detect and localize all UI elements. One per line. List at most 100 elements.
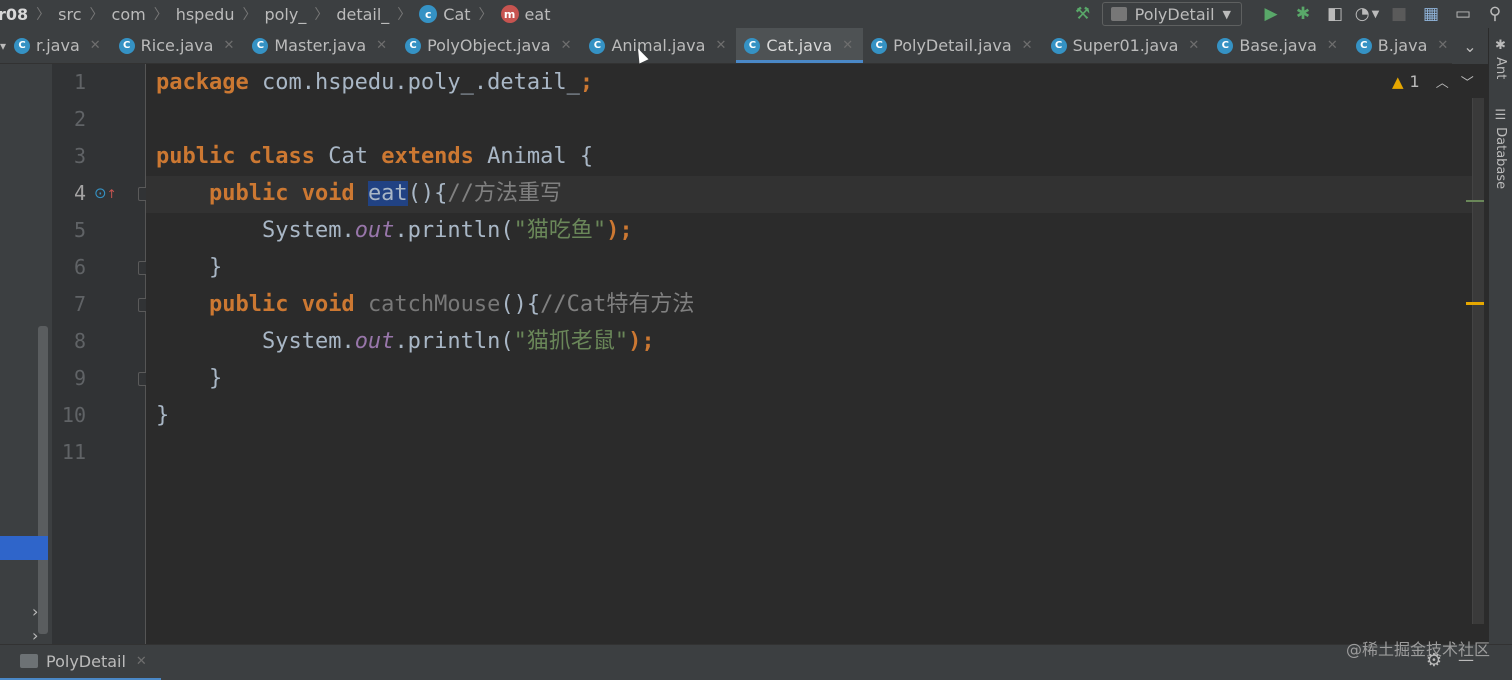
code-line-4: public void eat(){//方法重写 [156, 175, 562, 212]
statement-end: ); [628, 329, 655, 354]
toolbar: ⚒ PolyDetail ▼ ▶ ✱ ◧ ◔ ▼ ■ ▦ ▭ ⚲ [1064, 0, 1512, 28]
tab-polydetail-java[interactable]: C PolyDetail.java ✕ [863, 28, 1042, 63]
code-line-10: } [156, 397, 169, 434]
gear-icon[interactable]: ⚙ [1426, 650, 1442, 671]
search-icon[interactable]: ⚲ [1482, 1, 1508, 27]
line-number: 3 [73, 144, 86, 168]
breadcrumb-src[interactable]: src [58, 5, 81, 24]
run-configuration-select[interactable]: PolyDetail ▼ [1101, 2, 1242, 26]
run-config-icon [20, 654, 38, 668]
package-name: com.hspedu.poly_.detail_ [248, 70, 580, 95]
project-selected-row[interactable] [0, 536, 48, 560]
close-icon[interactable]: ✕ [842, 38, 853, 53]
debug-icon[interactable]: ✱ [1290, 1, 1316, 27]
tabs-overflow-chevron-icon[interactable]: ⌄ [1452, 28, 1488, 64]
class-icon: C [1050, 37, 1067, 54]
code-line-3: public class Cat extends Animal { [156, 138, 593, 175]
class-icon: C [1355, 37, 1372, 54]
close-icon[interactable]: ✕ [136, 654, 147, 669]
breadcrumb-separator: 〉 [153, 7, 168, 23]
breadcrumb-project[interactable]: r08 [0, 5, 28, 24]
close-icon[interactable]: ✕ [1022, 38, 1033, 53]
code-editor[interactable]: package com.hspedu.poly_.detail_; public… [146, 64, 1472, 644]
close-icon[interactable]: ✕ [223, 38, 234, 53]
tab-base-java[interactable]: C Base.java ✕ [1209, 28, 1347, 63]
method-name-selected[interactable]: eat [367, 181, 408, 206]
tab-super01-java[interactable]: C Super01.java ✕ [1043, 28, 1210, 63]
line-number: 8 [73, 329, 86, 353]
close-icon[interactable]: ✕ [715, 38, 726, 53]
close-icon[interactable]: ✕ [376, 38, 387, 53]
keyword: class [248, 144, 315, 169]
close-icon[interactable]: ✕ [1437, 38, 1448, 53]
hammer-icon[interactable]: ⚒ [1070, 1, 1096, 27]
chevron-right-icon[interactable]: › [32, 602, 38, 621]
tab-rice-java[interactable]: C Rice.java ✕ [111, 28, 245, 63]
class-icon: C [589, 37, 606, 54]
breadcrumb-class[interactable]: c Cat [419, 5, 471, 24]
keyword: extends [381, 144, 474, 169]
closing-brace: } [208, 366, 223, 391]
comment: //方法重写 [447, 181, 562, 206]
code-line-1: package com.hspedu.poly_.detail_; [156, 64, 593, 101]
tab-label: PolyObject.java [427, 36, 551, 55]
minimize-icon[interactable]: — [1458, 650, 1474, 669]
superclass-name: Animal { [473, 144, 594, 169]
keyword: package [156, 70, 249, 95]
warning-icon: ▲ [1392, 72, 1404, 91]
breadcrumb-hspedu[interactable]: hspedu [176, 5, 235, 24]
breadcrumb-separator: 〉 [242, 7, 257, 23]
close-icon[interactable]: ✕ [1327, 38, 1338, 53]
tab-cat-java[interactable]: C Cat.java ✕ [736, 28, 864, 63]
keyword: public void [208, 181, 355, 206]
line-number: 6 [73, 255, 86, 279]
editor-scrollbar[interactable] [1472, 98, 1484, 624]
comment: //Cat特有方法 [540, 292, 695, 317]
close-icon[interactable]: ✕ [90, 38, 101, 53]
coverage-icon[interactable]: ◧ [1322, 1, 1348, 27]
profiler-icon[interactable]: ◔ ▼ [1354, 1, 1380, 27]
close-icon[interactable]: ✕ [561, 38, 572, 53]
tab-polyobject-java[interactable]: C PolyObject.java ✕ [397, 28, 581, 63]
code-line-5: System.out.println("猫吃鱼"); [156, 212, 633, 249]
chevron-up-icon[interactable]: ︿ [1436, 72, 1449, 91]
closing-brace: } [156, 403, 170, 428]
line-number: 10 [61, 403, 86, 427]
breadcrumb-poly[interactable]: poly_ [264, 5, 306, 24]
ant-panel-button[interactable]: ✱ Ant [1493, 38, 1508, 79]
layout-icon[interactable]: ▭ [1450, 1, 1476, 27]
warning-count: 1 [1409, 72, 1420, 91]
line-number: 5 [73, 218, 86, 242]
project-structure-icon[interactable]: ▦ [1418, 1, 1444, 27]
breadcrumb-detail[interactable]: detail_ [336, 5, 389, 24]
database-panel-button[interactable]: ☰ Database [1493, 108, 1508, 189]
tab-animal-java[interactable]: C Animal.java ✕ [581, 28, 736, 63]
warning-marker[interactable] [1466, 302, 1484, 305]
run-tab-polydetail[interactable]: PolyDetail ✕ [0, 645, 161, 680]
close-icon[interactable]: ✕ [1188, 38, 1199, 53]
string-literal: "猫抓老鼠" [513, 329, 629, 354]
chevron-right-icon[interactable]: › [32, 626, 38, 645]
project-scrollbar[interactable] [38, 326, 48, 634]
chevron-down-icon[interactable]: ﹀ [1461, 72, 1474, 91]
tab-r-java[interactable]: ▾ Cr.java ✕ [0, 28, 111, 63]
code-line-6: } [156, 249, 222, 286]
line-number: 2 [73, 107, 86, 131]
tab-label: Rice.java [140, 36, 214, 55]
tab-label: Cat.java [766, 36, 833, 55]
run-icon[interactable]: ▶ [1258, 1, 1284, 27]
breadcrumb-com[interactable]: com [112, 5, 146, 24]
tab-master-java[interactable]: C Master.java ✕ [244, 28, 397, 63]
breadcrumb-separator: 〉 [36, 7, 51, 23]
override-method-icon[interactable]: ⊙↑ [94, 184, 117, 202]
stop-icon[interactable]: ■ [1386, 1, 1412, 27]
tab-label: Master.java [274, 36, 367, 55]
class-icon: C [118, 37, 135, 54]
tab-label: Super01.java [1072, 36, 1179, 55]
inspection-widget[interactable]: ▲ 1 ︿ ﹀ [1392, 72, 1474, 91]
tab-label: Animal.java [611, 36, 706, 55]
breadcrumb-project-label: r08 [0, 4, 29, 24]
tab-label: Base.java [1239, 36, 1317, 55]
tab-b-java[interactable]: C B.java ✕ [1348, 28, 1459, 63]
breadcrumb-method[interactable]: m eat [500, 5, 550, 24]
